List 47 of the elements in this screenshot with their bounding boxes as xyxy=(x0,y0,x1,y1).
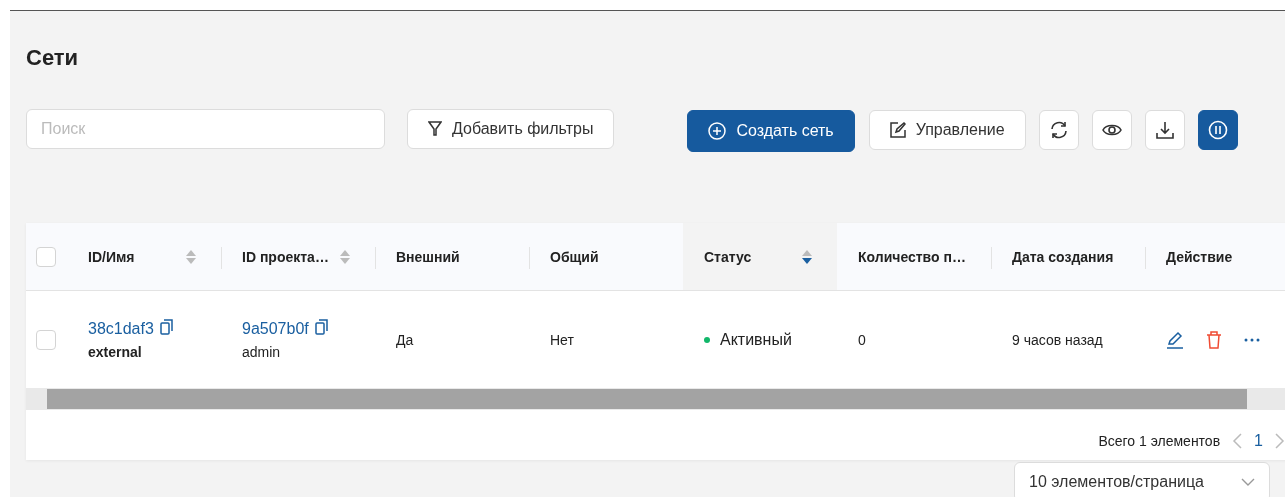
add-filters-button[interactable]: Добавить фильтры xyxy=(407,109,615,149)
pause-icon xyxy=(1207,120,1228,140)
table-cell-text: 0 xyxy=(858,331,867,348)
pause-button[interactable] xyxy=(1197,110,1238,150)
status-text: Активный xyxy=(720,330,792,349)
page-size-dropdown[interactable]: 10 элементов/страница xyxy=(1014,462,1270,497)
manage-button[interactable]: Управление xyxy=(868,110,1026,150)
row-checkbox[interactable] xyxy=(36,329,56,350)
project-id-link[interactable]: 9a507b0f xyxy=(242,319,309,338)
column-header: Дата создания xyxy=(1012,248,1114,265)
refresh-button[interactable] xyxy=(1038,110,1079,150)
page-size-text: 10 элементов/страница xyxy=(1029,473,1204,491)
search-field[interactable]: Поиск xyxy=(26,109,385,149)
download-button[interactable] xyxy=(1144,110,1185,150)
copy-icon[interactable] xyxy=(159,319,174,335)
more-icon[interactable] xyxy=(1244,337,1260,342)
filter-icon xyxy=(428,121,442,137)
column-header: Действие xyxy=(1166,248,1233,265)
select-all-checkbox[interactable] xyxy=(36,246,56,267)
network-id-link[interactable]: 38c1daf3 xyxy=(88,319,154,338)
column-header: Статус xyxy=(704,248,752,265)
edit-icon[interactable] xyxy=(1166,330,1184,349)
column-header: ID проекта… xyxy=(242,248,329,265)
page-title: Сети xyxy=(26,44,80,72)
table-cell-text: 9 часов назад xyxy=(1012,331,1104,348)
column-header: ID/Имя xyxy=(88,248,135,265)
project-name: admin xyxy=(242,343,282,360)
chevron-down-icon xyxy=(1241,478,1255,486)
eye-icon xyxy=(1101,123,1122,137)
refresh-icon xyxy=(1048,120,1069,140)
sort-icon[interactable] xyxy=(801,248,813,265)
plus-circle-icon xyxy=(708,122,727,140)
total-count: Всего 1 элементов xyxy=(1098,433,1221,449)
horizontal-scrollbar[interactable] xyxy=(26,388,1285,410)
table-cell-text: Да xyxy=(396,331,415,348)
column-header: Общий xyxy=(550,248,599,265)
download-icon xyxy=(1155,121,1174,139)
delete-icon[interactable] xyxy=(1206,330,1222,349)
column-header: Количество п… xyxy=(858,248,966,265)
edit-icon xyxy=(889,122,906,138)
copy-icon[interactable] xyxy=(314,319,329,335)
network-name: external xyxy=(88,343,143,360)
eye-button[interactable] xyxy=(1091,110,1132,150)
table-cell-text: Нет xyxy=(550,331,575,348)
page-number[interactable]: 1 xyxy=(1254,432,1263,450)
create-network-button[interactable]: Создать сеть xyxy=(687,110,855,152)
column-header: Внешний xyxy=(396,248,460,265)
